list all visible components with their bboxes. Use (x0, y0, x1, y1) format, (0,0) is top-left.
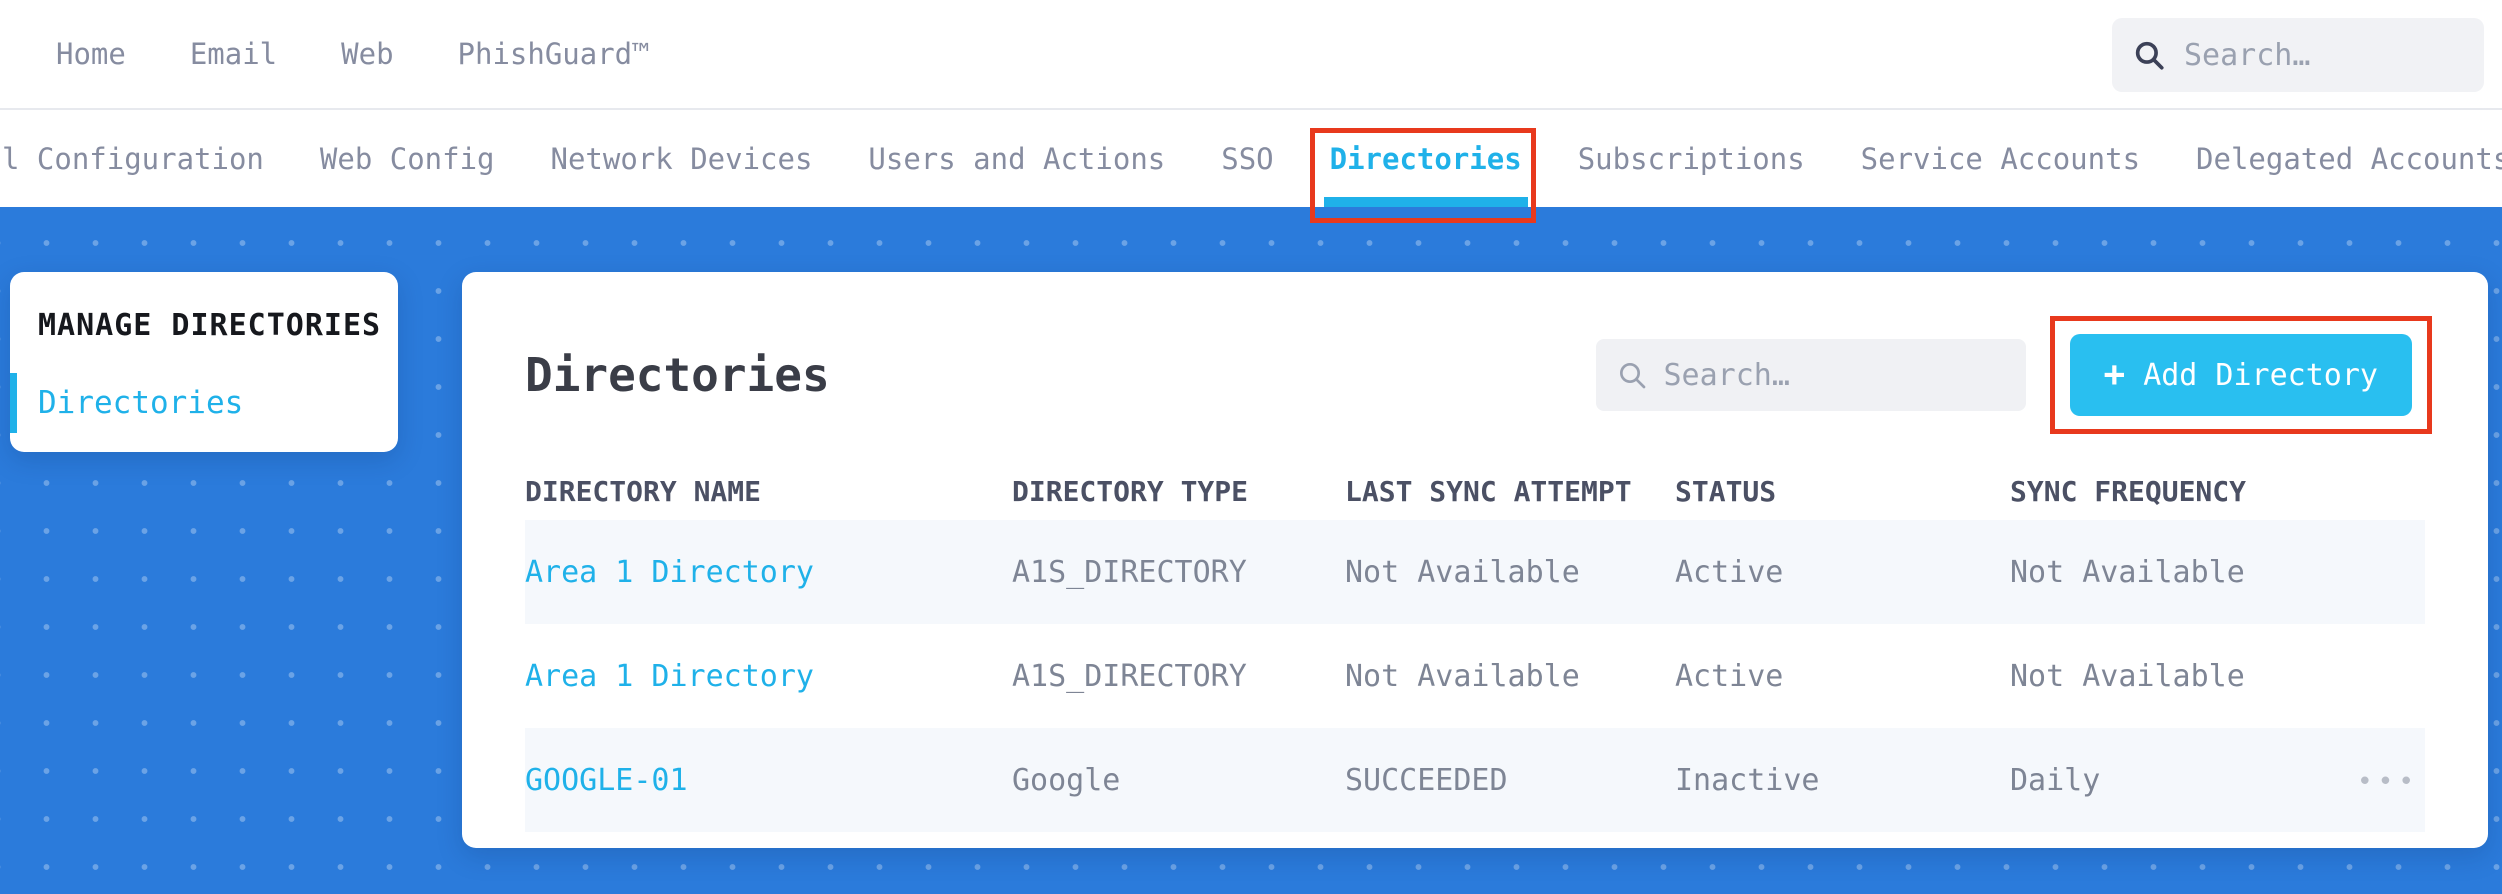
table-row: Area 1 Directory A1S_DIRECTORY Not Avail… (525, 624, 2425, 728)
sidebar-item-directories[interactable]: Directories (10, 373, 398, 433)
top-nav-item-web[interactable]: Web (341, 37, 393, 71)
sync-frequency-cell: Not Available (2010, 658, 2245, 694)
manage-directories-card: MANAGE DIRECTORIES Directories (10, 272, 398, 452)
sub-nav-tab-delegated-accounts[interactable]: Delegated Accounts (2196, 110, 2502, 207)
sub-nav-tab-directories[interactable]: Directories (1309, 110, 1536, 223)
directories-table: DIRECTORY NAME DIRECTORY TYPE LAST SYNC … (525, 462, 2425, 832)
row-actions: ••• (2357, 763, 2425, 798)
top-navbar: Home Email Web PhishGuard™ (0, 0, 2502, 110)
sub-nav-tab-subscriptions[interactable]: Subscriptions (1578, 110, 1805, 207)
last-sync-attempt-cell: SUCCEEDED (1345, 762, 1508, 798)
sub-nav-tab-web-config[interactable]: Web Config (320, 110, 495, 207)
status-cell: Active (1675, 554, 1784, 590)
table-row: Area 1 Directory A1S_DIRECTORY Not Avail… (525, 520, 2425, 624)
sync-frequency-cell: Not Available (2010, 554, 2245, 590)
add-directory-button[interactable]: + Add Directory (2069, 334, 2412, 416)
directory-name-link[interactable]: Area 1 Directory (525, 555, 1012, 590)
active-tab-underline (1323, 197, 1528, 207)
directories-search-input[interactable] (1663, 357, 2006, 393)
directory-name-link[interactable]: Area 1 Directory (525, 659, 1012, 694)
table-header-row: DIRECTORY NAME DIRECTORY TYPE LAST SYNC … (525, 462, 2425, 520)
sidebar-item-label: Directories (38, 385, 244, 421)
status-cell: Inactive (1675, 762, 1820, 798)
sub-nav-tab-sso[interactable]: SSO (1221, 110, 1273, 207)
column-header-sync-frequency: SYNC FREQUENCY (2010, 474, 2247, 508)
sub-nav-tab-network-devices[interactable]: Network Devices (551, 110, 813, 207)
directory-type-cell: A1S_DIRECTORY (1012, 658, 1247, 694)
directory-type-cell: A1S_DIRECTORY (1012, 554, 1247, 590)
page-title: Directories (525, 348, 830, 402)
plus-icon: + (2103, 354, 2126, 395)
top-nav-items: Home Email Web PhishGuard™ (0, 37, 650, 71)
sub-nav-tab-service-accounts[interactable]: Service Accounts (1861, 110, 2140, 207)
settings-tab-bar: l Configuration Web Config Network Devices… (0, 110, 2502, 223)
ellipsis-menu-icon[interactable]: ••• (2357, 767, 2419, 797)
last-sync-attempt-cell: Not Available (1345, 554, 1580, 590)
directories-search[interactable] (1595, 339, 2026, 411)
last-sync-attempt-cell: Not Available (1345, 658, 1580, 694)
side-card-title: MANAGE DIRECTORIES (38, 308, 382, 343)
panel-header-actions: + Add Directory (1595, 316, 2432, 434)
directory-type-cell: Google (1012, 762, 1121, 798)
directory-name-link[interactable]: GOOGLE-01 (525, 763, 1012, 798)
search-icon (2135, 41, 2164, 70)
sync-frequency-cell: Daily (2010, 762, 2101, 798)
annotation-box-add-directory: + Add Directory (2049, 316, 2432, 434)
screen: Home Email Web PhishGuard™ l Configuration W… (0, 0, 2502, 894)
panel-header: Directories + Add Directory (462, 272, 2488, 462)
top-nav-item-email[interactable]: Email (190, 37, 277, 71)
add-directory-label: Add Directory (2143, 357, 2378, 393)
column-header-directory-type: DIRECTORY TYPE (1012, 474, 1249, 508)
top-nav-item-phishguard-[interactable]: PhishGuard™ (458, 37, 650, 71)
column-header-status: STATUS (1675, 474, 1777, 508)
column-header-directory-name: DIRECTORY NAME (525, 474, 762, 508)
sub-nav-tab-users-and-actions[interactable]: Users and Actions (868, 110, 1165, 207)
global-search-input[interactable] (2184, 37, 2464, 73)
search-icon (1619, 363, 1645, 389)
table-body: Area 1 Directory A1S_DIRECTORY Not Avail… (525, 520, 2425, 832)
sub-nav-tab-l-configuration[interactable]: l Configuration (2, 110, 264, 207)
status-cell: Active (1675, 658, 1784, 694)
column-header-last-sync-attempt: LAST SYNC ATTEMPT (1345, 474, 1632, 508)
directories-panel: Directories + Add Directory DIRE (462, 272, 2488, 848)
top-nav-item-home[interactable]: Home (56, 37, 126, 71)
table-row: GOOGLE-01 Google SUCCEEDED Inactive Dail… (525, 728, 2425, 832)
global-search[interactable] (2112, 18, 2484, 92)
